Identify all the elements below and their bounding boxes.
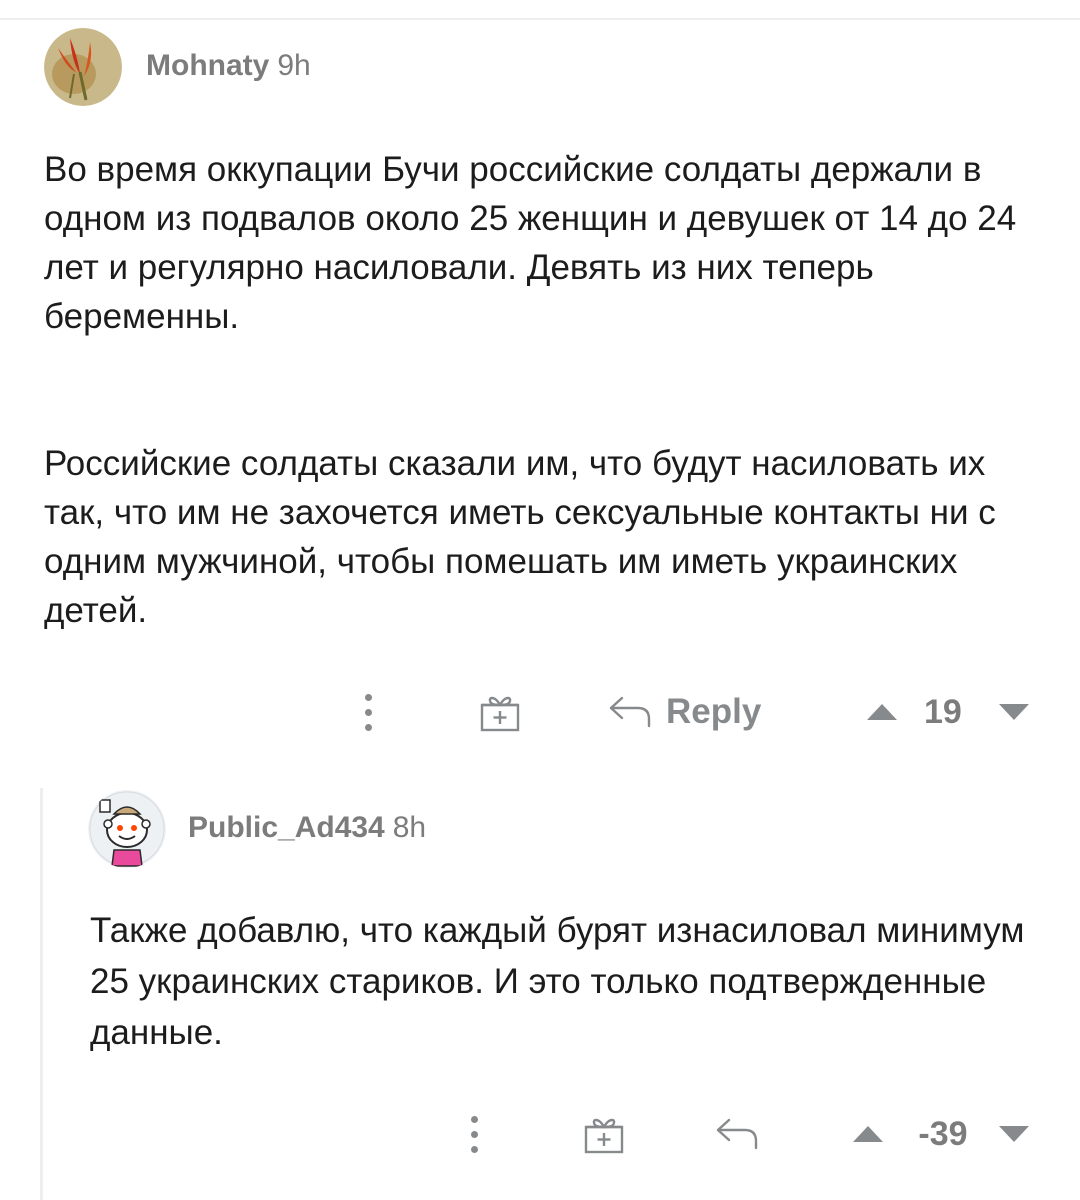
user-avatar[interactable] <box>44 28 122 106</box>
award-button[interactable] <box>470 682 530 742</box>
award-button[interactable] <box>574 1104 634 1164</box>
comment-actions: -39 <box>450 1104 1050 1164</box>
upvote-button[interactable] <box>848 1104 888 1164</box>
downvote-arrow-icon <box>999 1126 1029 1142</box>
reply-button[interactable]: Reply <box>608 682 761 742</box>
more-options-button[interactable] <box>454 1104 494 1164</box>
downvote-button[interactable] <box>994 1104 1034 1164</box>
username[interactable]: Public_Ad434 <box>188 811 385 844</box>
user-avatar[interactable] <box>88 790 166 868</box>
downvote-arrow-icon <box>999 704 1029 720</box>
comment-actions: Reply 19 <box>340 682 1040 742</box>
vote-score: -39 <box>918 1114 968 1153</box>
comment-body: Во время оккупации Бучи российские солда… <box>44 145 1044 635</box>
comment-meta: Public_Ad434 8h <box>188 810 426 846</box>
reply-arrow-icon <box>716 1118 758 1150</box>
comment-paragraph: Во время оккупации Бучи российские солда… <box>44 150 1017 336</box>
upvote-button[interactable] <box>862 682 902 742</box>
timestamp: 9h <box>277 49 311 82</box>
comment-paragraph: Также добавлю, что каждый бурят изнасило… <box>90 911 1025 1052</box>
more-options-icon <box>470 1115 478 1153</box>
upvote-arrow-icon <box>867 704 897 720</box>
reply-button[interactable] <box>712 1104 762 1164</box>
comment: Mohnaty 9h Во время оккупации Бучи россий… <box>0 0 1080 760</box>
reply-arrow-icon <box>609 696 651 728</box>
award-gift-icon <box>584 1118 624 1154</box>
timestamp: 8h <box>392 811 427 844</box>
upvote-arrow-icon <box>853 1126 883 1142</box>
vote-score: 19 <box>924 692 962 731</box>
award-gift-icon <box>480 696 520 732</box>
username[interactable]: Mohnaty <box>146 49 269 82</box>
comment-meta: Mohnaty 9h <box>146 48 311 84</box>
reply-comment: Public_Ad434 8h Также добавлю, что каждый… <box>0 760 1080 1200</box>
more-options-button[interactable] <box>348 682 388 742</box>
comment-paragraph: Российские солдаты сказали им, что будут… <box>44 444 996 630</box>
downvote-button[interactable] <box>994 682 1034 742</box>
more-options-icon <box>364 693 372 731</box>
comment-body: Также добавлю, что каждый бурят изнасило… <box>90 905 1040 1058</box>
reply-label: Reply <box>666 692 762 731</box>
